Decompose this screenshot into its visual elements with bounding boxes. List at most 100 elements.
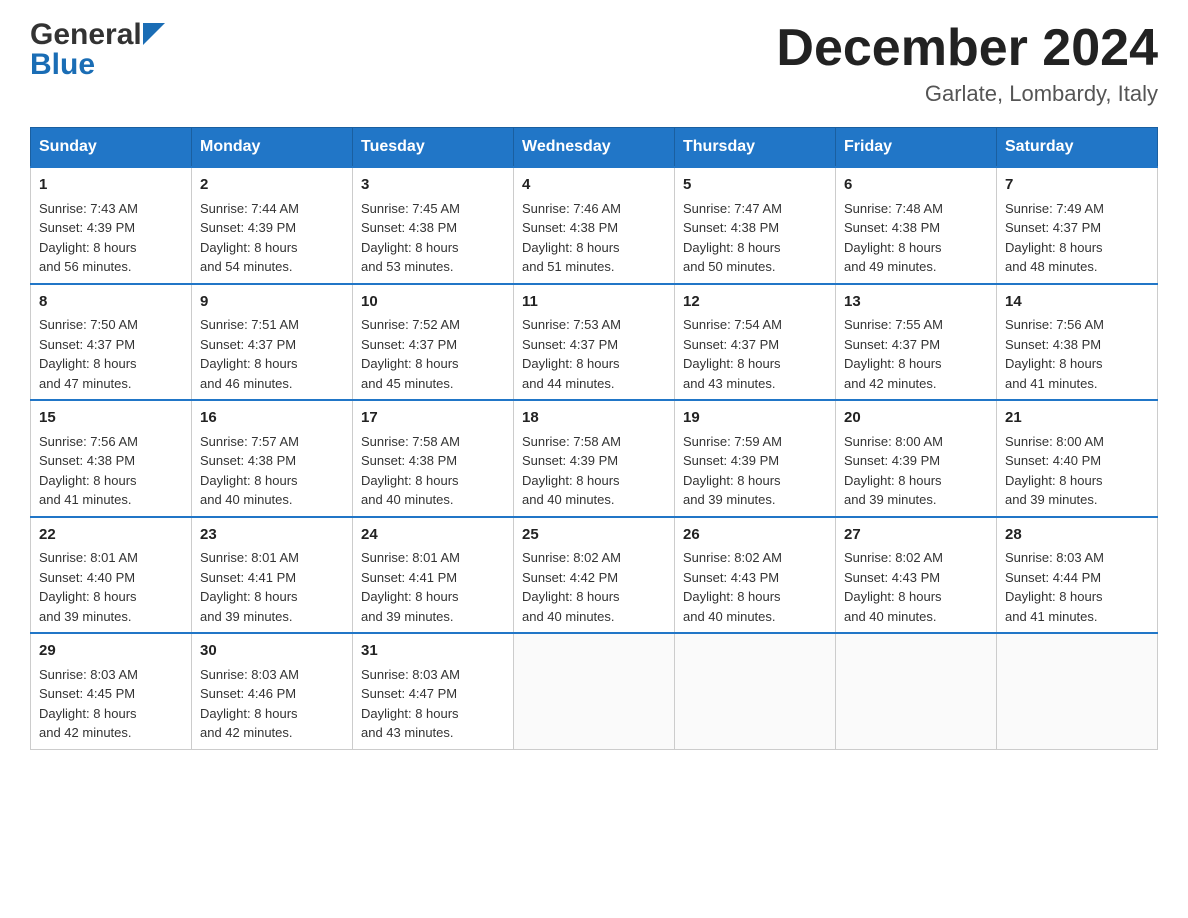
calendar-day-cell: 2 Sunrise: 7:44 AMSunset: 4:39 PMDaylight… — [192, 167, 353, 284]
calendar-day-cell: 21 Sunrise: 8:00 AMSunset: 4:40 PMDayligh… — [997, 400, 1158, 517]
calendar-day-cell: 14 Sunrise: 7:56 AMSunset: 4:38 PMDayligh… — [997, 284, 1158, 401]
calendar-day-cell: 6 Sunrise: 7:48 AMSunset: 4:38 PMDaylight… — [836, 167, 997, 284]
calendar-day-cell: 12 Sunrise: 7:54 AMSunset: 4:37 PMDayligh… — [675, 284, 836, 401]
day-info: Sunrise: 7:44 AMSunset: 4:39 PMDaylight:… — [200, 201, 299, 275]
weekday-header-monday: Monday — [192, 128, 353, 168]
day-info: Sunrise: 7:50 AMSunset: 4:37 PMDaylight:… — [39, 317, 138, 391]
calendar-day-cell: 26 Sunrise: 8:02 AMSunset: 4:43 PMDayligh… — [675, 517, 836, 634]
logo-triangle-icon — [143, 23, 165, 45]
day-info: Sunrise: 8:02 AMSunset: 4:43 PMDaylight:… — [683, 550, 782, 624]
day-info: Sunrise: 7:56 AMSunset: 4:38 PMDaylight:… — [39, 434, 138, 508]
day-number: 14 — [1005, 291, 1149, 314]
day-info: Sunrise: 7:57 AMSunset: 4:38 PMDaylight:… — [200, 434, 299, 508]
title-section: December 2024 Garlate, Lombardy, Italy — [776, 20, 1158, 107]
calendar-week-row: 22Sunrise: 8:01 AMSunset: 4:40 PMDayligh… — [31, 517, 1158, 634]
logo-content: General Blue — [30, 20, 165, 80]
day-number: 24 — [361, 524, 505, 547]
day-number: 25 — [522, 524, 666, 547]
calendar-table: SundayMondayTuesdayWednesdayThursdayFrid… — [30, 127, 1158, 750]
weekday-header-sunday: Sunday — [31, 128, 192, 168]
day-number: 5 — [683, 174, 827, 197]
month-title: December 2024 — [776, 20, 1158, 77]
day-number: 4 — [522, 174, 666, 197]
day-number: 23 — [200, 524, 344, 547]
calendar-day-cell: 24Sunrise: 8:01 AMSunset: 4:41 PMDayligh… — [353, 517, 514, 634]
day-number: 27 — [844, 524, 988, 547]
day-info: Sunrise: 8:03 AMSunset: 4:45 PMDaylight:… — [39, 667, 138, 741]
calendar-week-row: 1 Sunrise: 7:43 AMSunset: 4:39 PMDaylight… — [31, 167, 1158, 284]
calendar-week-row: 8Sunrise: 7:50 AMSunset: 4:37 PMDaylight… — [31, 284, 1158, 401]
calendar-day-cell: 16 Sunrise: 7:57 AMSunset: 4:38 PMDayligh… — [192, 400, 353, 517]
day-info: Sunrise: 7:55 AMSunset: 4:37 PMDaylight:… — [844, 317, 943, 391]
calendar-day-cell: 18 Sunrise: 7:58 AMSunset: 4:39 PMDayligh… — [514, 400, 675, 517]
day-info: Sunrise: 7:56 AMSunset: 4:38 PMDaylight:… — [1005, 317, 1104, 391]
day-info: Sunrise: 7:53 AMSunset: 4:37 PMDaylight:… — [522, 317, 621, 391]
day-info: Sunrise: 7:58 AMSunset: 4:38 PMDaylight:… — [361, 434, 460, 508]
calendar-day-cell: 25 Sunrise: 8:02 AMSunset: 4:42 PMDayligh… — [514, 517, 675, 634]
day-info: Sunrise: 8:03 AMSunset: 4:46 PMDaylight:… — [200, 667, 299, 741]
calendar-day-cell: 19Sunrise: 7:59 AMSunset: 4:39 PMDayligh… — [675, 400, 836, 517]
calendar-day-cell: 17 Sunrise: 7:58 AMSunset: 4:38 PMDayligh… — [353, 400, 514, 517]
day-info: Sunrise: 7:54 AMSunset: 4:37 PMDaylight:… — [683, 317, 782, 391]
weekday-header-tuesday: Tuesday — [353, 128, 514, 168]
day-number: 26 — [683, 524, 827, 547]
calendar-day-cell: 7 Sunrise: 7:49 AMSunset: 4:37 PMDaylight… — [997, 167, 1158, 284]
calendar-day-cell: 10 Sunrise: 7:52 AMSunset: 4:37 PMDayligh… — [353, 284, 514, 401]
day-info: Sunrise: 7:49 AMSunset: 4:37 PMDaylight:… — [1005, 201, 1104, 275]
day-info: Sunrise: 7:52 AMSunset: 4:37 PMDaylight:… — [361, 317, 460, 391]
calendar-day-cell: 5 Sunrise: 7:47 AMSunset: 4:38 PMDaylight… — [675, 167, 836, 284]
weekday-header-wednesday: Wednesday — [514, 128, 675, 168]
day-info: Sunrise: 7:58 AMSunset: 4:39 PMDaylight:… — [522, 434, 621, 508]
day-info: Sunrise: 8:03 AMSunset: 4:47 PMDaylight:… — [361, 667, 460, 741]
day-number: 28 — [1005, 524, 1149, 547]
day-info: Sunrise: 7:59 AMSunset: 4:39 PMDaylight:… — [683, 434, 782, 508]
day-number: 16 — [200, 407, 344, 430]
calendar-day-cell: 30Sunrise: 8:03 AMSunset: 4:46 PMDayligh… — [192, 633, 353, 749]
calendar-day-cell — [514, 633, 675, 749]
day-number: 9 — [200, 291, 344, 314]
day-number: 18 — [522, 407, 666, 430]
day-number: 15 — [39, 407, 183, 430]
calendar-day-cell — [997, 633, 1158, 749]
calendar-day-cell: 9Sunrise: 7:51 AMSunset: 4:37 PMDaylight… — [192, 284, 353, 401]
day-number: 7 — [1005, 174, 1149, 197]
day-info: Sunrise: 8:01 AMSunset: 4:41 PMDaylight:… — [200, 550, 299, 624]
day-info: Sunrise: 8:00 AMSunset: 4:40 PMDaylight:… — [1005, 434, 1104, 508]
day-info: Sunrise: 7:48 AMSunset: 4:38 PMDaylight:… — [844, 201, 943, 275]
calendar-week-row: 15 Sunrise: 7:56 AMSunset: 4:38 PMDayligh… — [31, 400, 1158, 517]
calendar-day-cell: 4 Sunrise: 7:46 AMSunset: 4:38 PMDaylight… — [514, 167, 675, 284]
logo-general-text: General — [30, 20, 142, 50]
day-number: 31 — [361, 640, 505, 663]
calendar-day-cell: 28Sunrise: 8:03 AMSunset: 4:44 PMDayligh… — [997, 517, 1158, 634]
calendar-day-cell: 11Sunrise: 7:53 AMSunset: 4:37 PMDayligh… — [514, 284, 675, 401]
day-number: 6 — [844, 174, 988, 197]
calendar-day-cell: 15 Sunrise: 7:56 AMSunset: 4:38 PMDayligh… — [31, 400, 192, 517]
calendar-week-row: 29 Sunrise: 8:03 AMSunset: 4:45 PMDayligh… — [31, 633, 1158, 749]
calendar-day-cell: 29 Sunrise: 8:03 AMSunset: 4:45 PMDayligh… — [31, 633, 192, 749]
day-info: Sunrise: 7:46 AMSunset: 4:38 PMDaylight:… — [522, 201, 621, 275]
calendar-day-cell: 20 Sunrise: 8:00 AMSunset: 4:39 PMDayligh… — [836, 400, 997, 517]
day-number: 20 — [844, 407, 988, 430]
day-info: Sunrise: 8:02 AMSunset: 4:42 PMDaylight:… — [522, 550, 621, 624]
calendar-day-cell — [836, 633, 997, 749]
day-number: 10 — [361, 291, 505, 314]
day-number: 29 — [39, 640, 183, 663]
calendar-day-cell: 23 Sunrise: 8:01 AMSunset: 4:41 PMDayligh… — [192, 517, 353, 634]
day-info: Sunrise: 8:02 AMSunset: 4:43 PMDaylight:… — [844, 550, 943, 624]
day-number: 17 — [361, 407, 505, 430]
day-number: 2 — [200, 174, 344, 197]
weekday-header-saturday: Saturday — [997, 128, 1158, 168]
weekday-header-friday: Friday — [836, 128, 997, 168]
calendar-day-cell: 27 Sunrise: 8:02 AMSunset: 4:43 PMDayligh… — [836, 517, 997, 634]
day-info: Sunrise: 7:43 AMSunset: 4:39 PMDaylight:… — [39, 201, 138, 275]
day-number: 21 — [1005, 407, 1149, 430]
weekday-header-row: SundayMondayTuesdayWednesdayThursdayFrid… — [31, 128, 1158, 168]
calendar-day-cell — [675, 633, 836, 749]
logo: General Blue — [30, 20, 165, 80]
day-info: Sunrise: 8:00 AMSunset: 4:39 PMDaylight:… — [844, 434, 943, 508]
day-info: Sunrise: 7:47 AMSunset: 4:38 PMDaylight:… — [683, 201, 782, 275]
calendar-day-cell: 1 Sunrise: 7:43 AMSunset: 4:39 PMDaylight… — [31, 167, 192, 284]
day-number: 12 — [683, 291, 827, 314]
calendar-day-cell: 3Sunrise: 7:45 AMSunset: 4:38 PMDaylight… — [353, 167, 514, 284]
day-number: 1 — [39, 174, 183, 197]
